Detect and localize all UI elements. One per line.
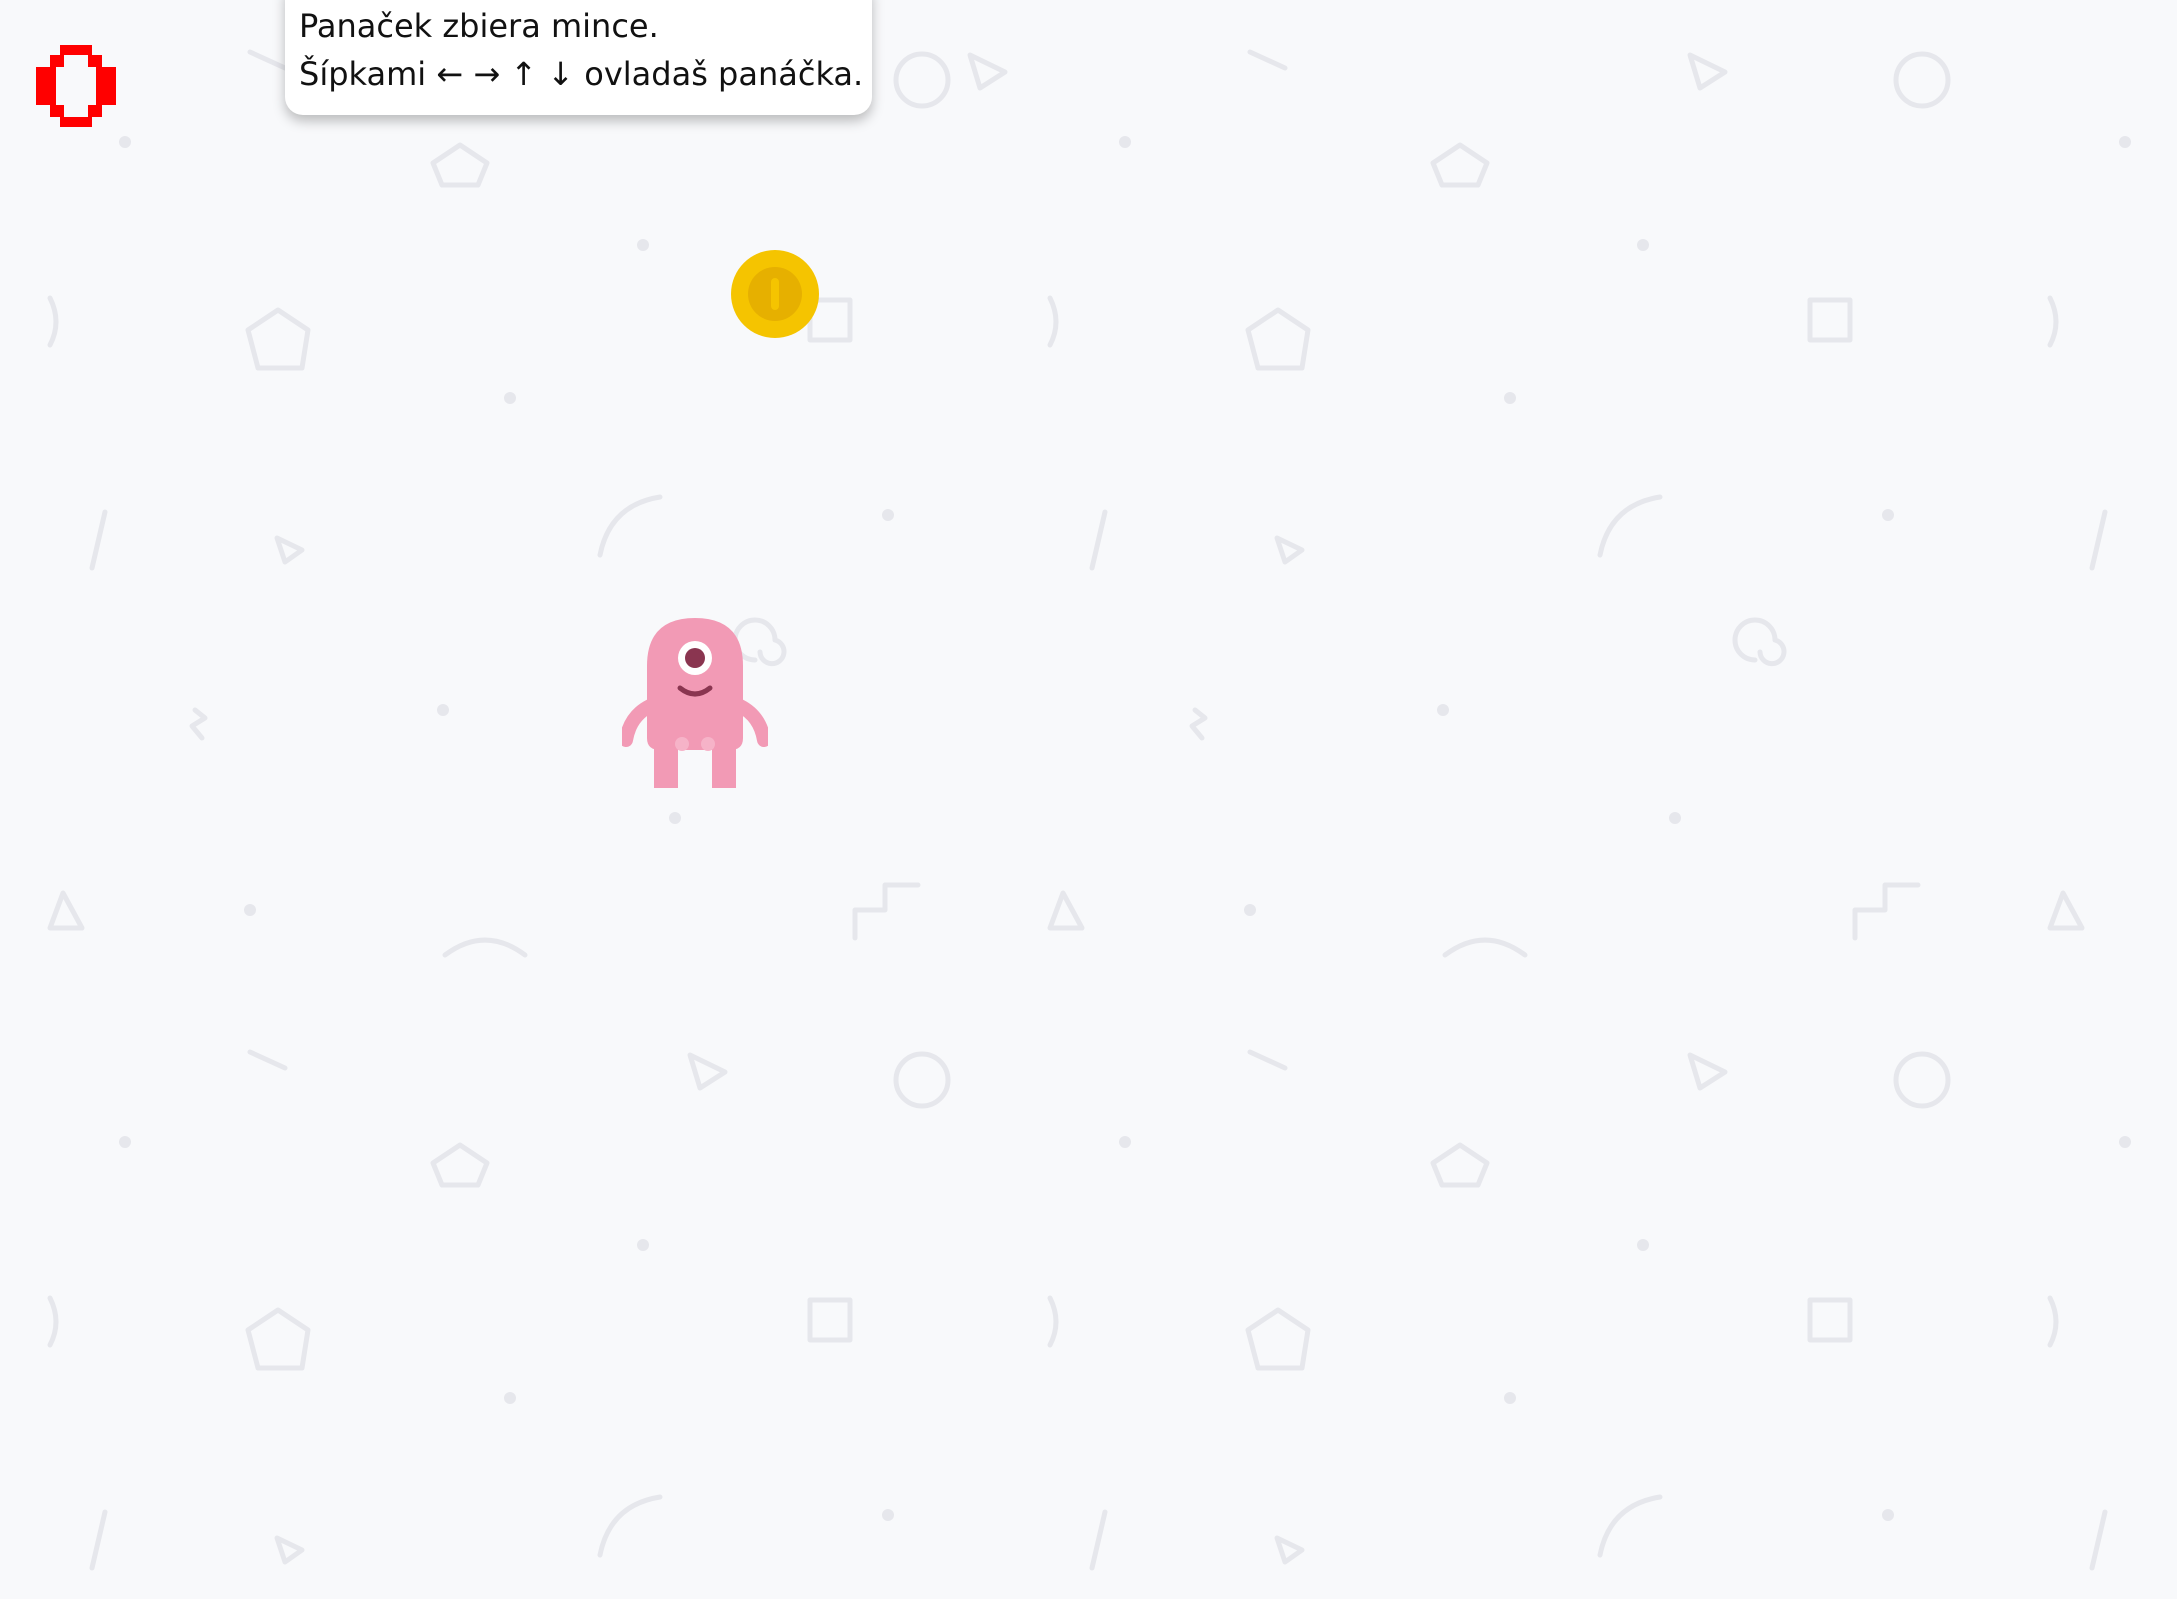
background-doodle [1807, 1297, 1853, 1343]
background-dot [1504, 1392, 1516, 1404]
background-doodle [1089, 1509, 1108, 1571]
background-dot [1244, 904, 1256, 916]
background-doodle [274, 1535, 305, 1565]
background-doodle [1047, 890, 1085, 931]
background-doodle [274, 535, 305, 565]
background-dot [1669, 812, 1681, 824]
background-doodle [1852, 882, 1921, 941]
background-doodle [1047, 1295, 1059, 1348]
background-doodle [47, 295, 59, 348]
background-doodle [1687, 52, 1728, 91]
background-doodle [1430, 142, 1490, 188]
background-doodle [2089, 509, 2108, 571]
background-doodle [442, 937, 528, 958]
background-doodle [245, 1307, 311, 1371]
background-dot [244, 904, 256, 916]
background-dot [2119, 1136, 2131, 1148]
background-dot [1119, 136, 1131, 148]
background-dot [1437, 704, 1449, 716]
background-doodle [1245, 307, 1311, 371]
background-doodle [47, 890, 85, 931]
background-dot [669, 812, 681, 824]
background-dot [1882, 1509, 1894, 1521]
background-doodle [430, 142, 490, 188]
background-doodle [1597, 494, 1663, 558]
background-doodle [1047, 295, 1059, 348]
background-doodle [2047, 890, 2085, 931]
background-dot [1119, 1136, 1131, 1148]
background-doodle [1274, 1535, 1305, 1565]
player-monster[interactable] [622, 618, 768, 788]
background-doodle [1274, 535, 1305, 565]
background-dot [119, 136, 131, 148]
background-dot [882, 509, 894, 521]
background-dot [1637, 1239, 1649, 1251]
background-dot [2119, 136, 2131, 148]
background-doodle [247, 49, 288, 71]
background-dot [504, 392, 516, 404]
background-doodle [597, 494, 663, 558]
background-doodle [189, 707, 208, 741]
background-doodle [430, 1142, 490, 1188]
background-doodle [2047, 295, 2059, 348]
background-doodle [893, 51, 951, 109]
background-doodle [47, 1295, 59, 1348]
background-doodle [1189, 707, 1208, 741]
background-doodle [1089, 509, 1108, 571]
background-doodle [807, 1297, 853, 1343]
background-doodle [1247, 1049, 1288, 1071]
background-doodle [1442, 937, 1528, 958]
background-dot [437, 704, 449, 716]
background-doodle [2047, 1295, 2059, 1348]
background-doodle [852, 882, 921, 941]
background-doodle [245, 307, 311, 371]
background-doodle [687, 1052, 728, 1091]
background-doodle [89, 509, 108, 571]
background-doodle [1893, 51, 1951, 109]
background-doodle [1430, 1142, 1490, 1188]
background-doodle [1807, 297, 1853, 343]
game-stage[interactable]: Panaček zbiera mince. Šípkami ← → ↑ ↓ ov… [0, 0, 2177, 1599]
background-doodle [247, 1049, 288, 1071]
background-dot [1882, 509, 1894, 521]
score-digit-zero [36, 45, 116, 127]
background-dot [119, 1136, 131, 1148]
background-pattern [47, 49, 2131, 1571]
background-dot [637, 1239, 649, 1251]
instructions-line-2: Šípkami ← → ↑ ↓ ovladaš panáčka. [299, 55, 864, 93]
background-doodle [1245, 1307, 1311, 1371]
background-dot [637, 239, 649, 251]
background-dot [504, 1392, 516, 1404]
background-doodle [89, 1509, 108, 1571]
background-doodle [2089, 1509, 2108, 1571]
background-dot [1637, 239, 1649, 251]
background-doodle [1732, 617, 1787, 667]
background-doodle [597, 1494, 663, 1558]
background-dot [1504, 392, 1516, 404]
instructions-tooltip: Panaček zbiera mince. Šípkami ← → ↑ ↓ ov… [285, 0, 872, 115]
background-doodle [1597, 1494, 1663, 1558]
background-doodle [1687, 1052, 1728, 1091]
background-doodle [1247, 49, 1288, 71]
background-dot [882, 1509, 894, 1521]
coin-icon [731, 250, 819, 338]
instructions-line-1: Panaček zbiera mince. [299, 7, 659, 45]
background-doodle [893, 1051, 951, 1109]
background-doodle [1893, 1051, 1951, 1109]
background-doodle [967, 52, 1008, 91]
